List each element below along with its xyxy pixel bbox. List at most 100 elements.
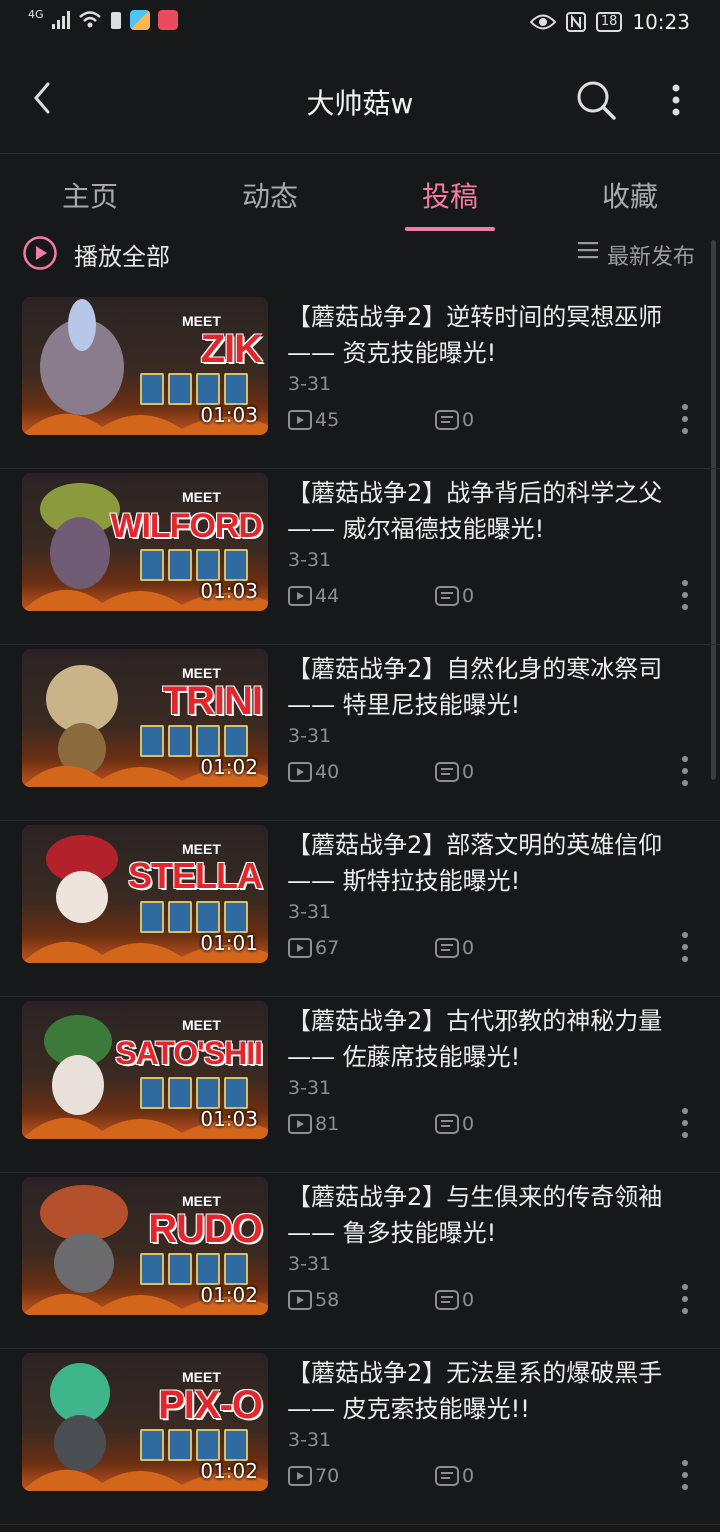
view-count: 81 [287,1113,339,1135]
comment-icon [435,410,459,430]
video-thumbnail[interactable]: MEET SATO'SHII 01:03 [22,1001,268,1139]
video-title[interactable]: 【蘑菇战争2】与生俱来的传奇领袖 —— 鲁多技能曝光! [287,1179,687,1251]
comment-icon [435,1466,459,1486]
thumbnail-character-name: ZIK [200,327,263,371]
app-notification-icon [157,10,178,30]
skill-cards [140,725,248,757]
video-duration: 01:03 [200,1107,258,1131]
more-vertical-icon[interactable] [664,80,688,120]
signal-icon [51,11,70,29]
video-title[interactable]: 【蘑菇战争2】自然化身的寒冰祭司 —— 特里尼技能曝光! [287,651,687,723]
comment-icon [435,762,459,782]
comment-count-value: 0 [462,937,475,959]
comment-count-value: 0 [462,761,475,783]
tab-uploads[interactable]: 投稿 [360,155,540,231]
nfc-icon [565,12,586,32]
list-item[interactable]: MEET WILFORD 01:03 【蘑菇战争2】战争背后的科学之父 —— 威… [0,469,720,645]
skill-cards [140,1429,248,1461]
video-duration: 01:01 [200,931,258,955]
video-title[interactable]: 【蘑菇战争2】逆转时间的冥想巫师 —— 资克技能曝光! [287,299,687,371]
skill-cards [140,373,248,405]
sort-button[interactable]: 最新发布 [607,239,695,271]
sort-list-icon[interactable] [578,241,598,259]
view-count-value: 58 [315,1289,340,1311]
video-thumbnail[interactable]: MEET TRINI 01:02 [22,649,268,787]
status-left: 4G [28,7,178,30]
upload-date: 3-31 [288,1253,332,1275]
list-item[interactable]: MEET PIX-O 01:02 【蘑菇战争2】无法星系的爆破黑手 —— 皮克索… [0,1349,720,1525]
comment-icon [435,1290,459,1310]
comment-count: 0 [434,585,474,607]
upload-date: 3-31 [288,725,332,747]
comment-icon [435,1114,459,1134]
tab-dynamics[interactable]: 动态 [180,155,360,231]
video-thumbnail[interactable]: MEET ZIK 01:03 [22,297,268,435]
status-time: 10:23 [632,10,690,34]
view-count: 44 [287,585,339,607]
status-bar: 4G 18 10:23 [0,0,720,48]
view-count-value: 45 [315,409,340,431]
more-vertical-icon[interactable] [676,401,694,437]
list-toolbar: 播放全部 最新发布 [0,231,720,293]
more-vertical-icon[interactable] [676,1281,694,1317]
comment-count: 0 [434,1289,474,1311]
video-thumbnail[interactable]: MEET RUDO 01:02 [22,1177,268,1315]
video-title[interactable]: 【蘑菇战争2】部落文明的英雄信仰 —— 斯特拉技能曝光! [287,827,687,899]
list-item[interactable]: MEET ZIK 01:03 【蘑菇战争2】逆转时间的冥想巫师 —— 资克技能曝… [0,293,720,469]
view-count: 58 [287,1289,339,1311]
thumbnail-character-name: WILFORD [110,507,263,545]
video-thumbnail[interactable]: MEET STELLA 01:01 [22,825,268,963]
list-item[interactable]: MEET TRINI 01:02 【蘑菇战争2】自然化身的寒冰祭司 —— 特里尼… [0,645,720,821]
view-count: 40 [287,761,339,783]
upload-date: 3-31 [288,1429,332,1451]
video-title[interactable]: 【蘑菇战争2】古代邪教的神秘力量 —— 佐藤席技能曝光! [287,1003,687,1075]
list-item[interactable]: MEET RUDO 01:02 【蘑菇战争2】与生俱来的传奇领袖 —— 鲁多技能… [0,1173,720,1349]
more-vertical-icon[interactable] [676,1105,694,1141]
video-title[interactable]: 【蘑菇战争2】无法星系的爆破黑手 —— 皮克索技能曝光!! [287,1355,687,1427]
view-count-value: 44 [315,585,340,607]
video-thumbnail[interactable]: MEET PIX-O 01:02 [22,1353,268,1491]
play-all-button[interactable]: 播放全部 [74,237,170,272]
meet-label: MEET [182,1017,221,1033]
more-vertical-icon[interactable] [676,753,694,789]
battery-icon: 18 [595,12,623,32]
play-circle-icon[interactable] [22,235,58,271]
skill-cards [140,549,248,581]
eye-icon [529,14,556,30]
comment-count: 0 [434,1113,474,1135]
tab-bar: 主页 动态 投稿 收藏 [0,155,720,231]
view-count: 70 [287,1465,339,1487]
play-count-icon [288,1290,312,1310]
comment-count: 0 [434,409,474,431]
video-title[interactable]: 【蘑菇战争2】战争背后的科学之父 —— 威尔福德技能曝光! [287,475,687,547]
video-duration: 01:02 [200,1459,258,1483]
status-right: 18 10:23 [529,10,690,34]
more-vertical-icon[interactable] [676,929,694,965]
thumbnail-character-name: RUDO [148,1207,263,1251]
video-duration: 01:02 [200,1283,258,1307]
network-type: 4G [28,7,44,21]
thumbnail-character-name: SATO'SHII [115,1035,263,1071]
play-count-icon [288,586,312,606]
tab-home[interactable]: 主页 [0,155,180,231]
video-thumbnail[interactable]: MEET WILFORD 01:03 [22,473,268,611]
list-item[interactable]: MEET STELLA 01:01 【蘑菇战争2】部落文明的英雄信仰 —— 斯特… [0,821,720,997]
more-vertical-icon[interactable] [676,577,694,613]
comment-count-value: 0 [462,1289,475,1311]
play-count-icon [288,938,312,958]
upload-date: 3-31 [288,549,332,571]
tab-favorites[interactable]: 收藏 [540,155,720,231]
view-count: 45 [287,409,339,431]
comment-icon [435,586,459,606]
skill-cards [140,1253,248,1285]
more-vertical-icon[interactable] [676,1457,694,1493]
upload-date: 3-31 [288,901,332,923]
view-count-value: 67 [315,937,340,959]
comment-count: 0 [434,1465,474,1487]
comment-count-value: 0 [462,585,475,607]
view-count: 67 [287,937,339,959]
list-item[interactable]: MEET SATO'SHII 01:03 【蘑菇战争2】古代邪教的神秘力量 ——… [0,997,720,1173]
search-icon[interactable] [574,78,618,122]
comment-icon [435,938,459,958]
comment-count-value: 0 [462,1465,475,1487]
